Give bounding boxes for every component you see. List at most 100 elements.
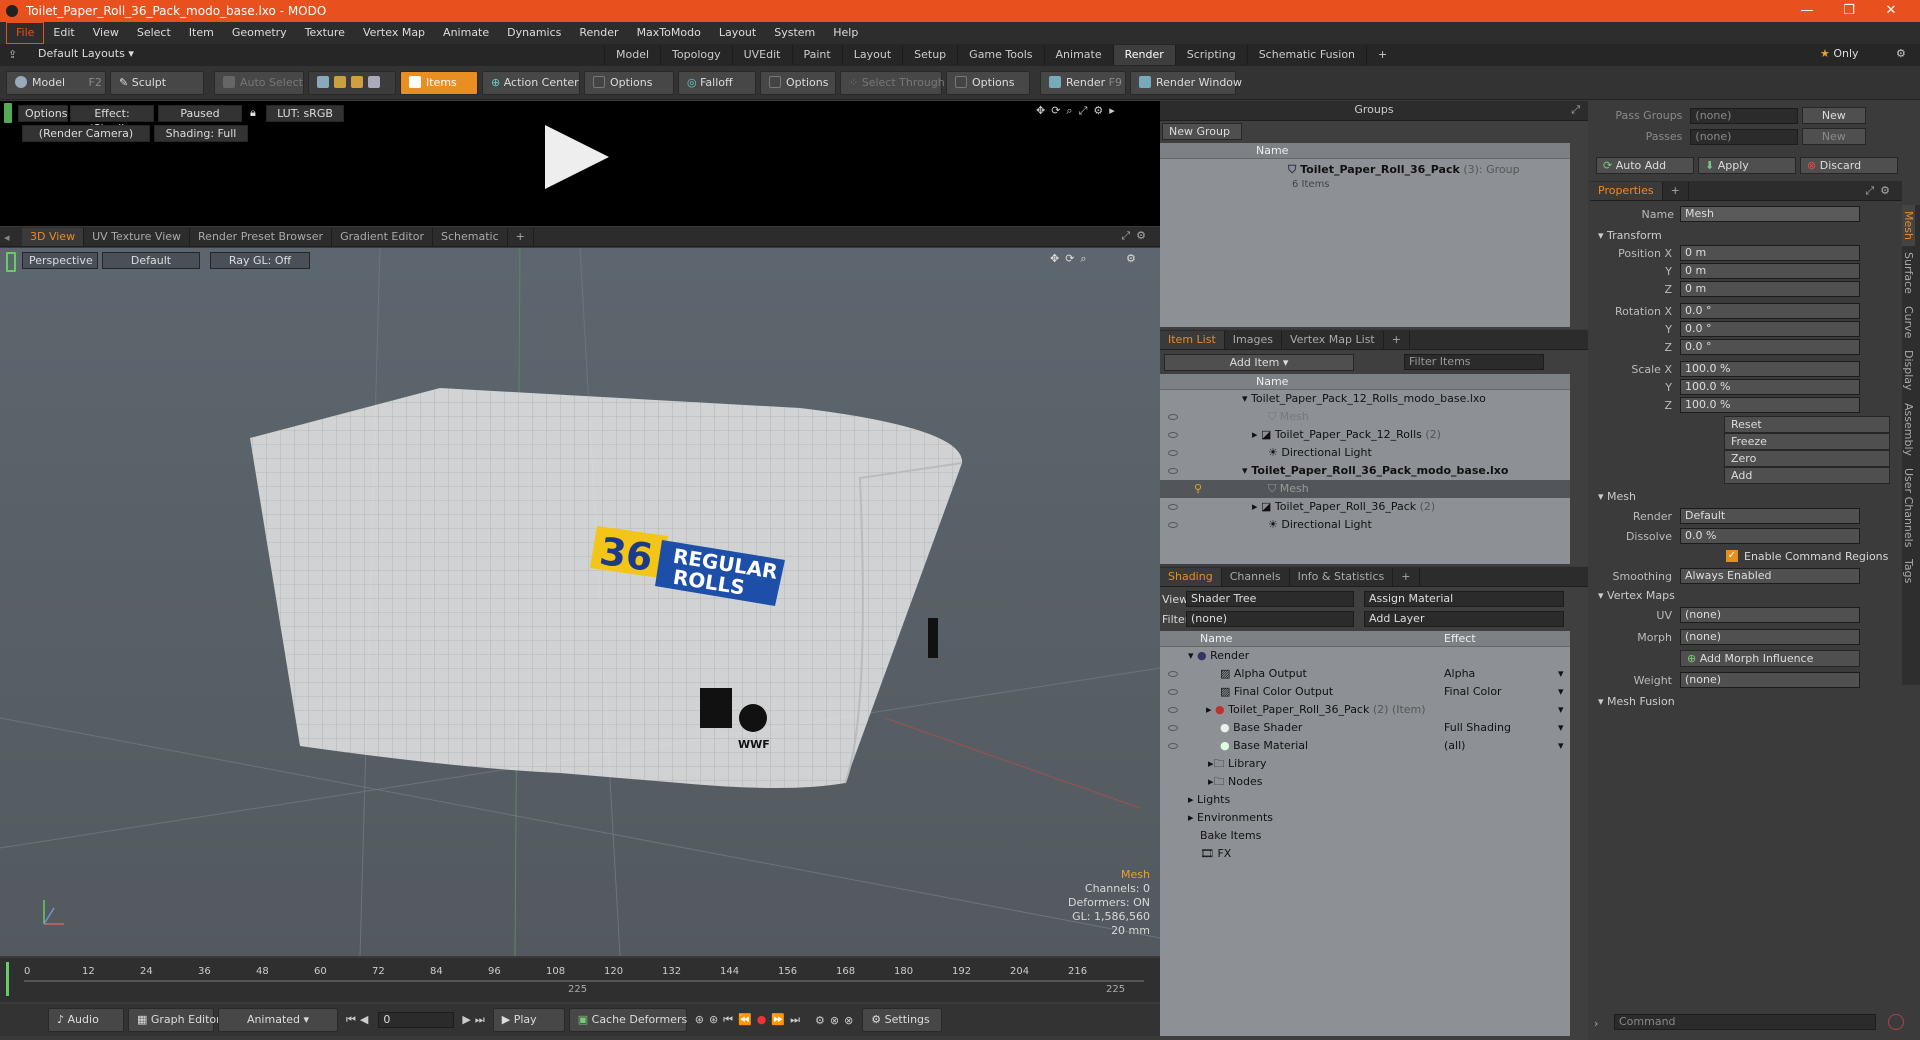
position-x-field[interactable]: 0 m: [1680, 245, 1860, 261]
chevron-down-icon[interactable]: ▾: [1558, 719, 1564, 737]
tab-schematic-fusion[interactable]: Schematic Fusion: [1246, 45, 1366, 65]
shader-row[interactable]: ● Base Material (all) ▾: [1160, 737, 1570, 755]
command-clear-icon[interactable]: [1888, 1014, 1904, 1030]
side-tab-surface[interactable]: Surface: [1902, 246, 1915, 300]
command-input[interactable]: Command: [1614, 1014, 1876, 1030]
settings-button[interactable]: ⚙ Settings: [862, 1008, 943, 1032]
action-center-button[interactable]: ⊕ Action Center: [482, 70, 580, 95]
add-shading-tab-icon[interactable]: +: [1393, 567, 1420, 586]
menu-render[interactable]: Render: [570, 23, 627, 43]
morph-dropdown[interactable]: (none): [1680, 629, 1860, 645]
side-tab-assembly[interactable]: Assembly: [1902, 397, 1915, 462]
selection-mode-group[interactable]: [308, 70, 396, 95]
auto-key-icons[interactable]: ⚙⊗⊗: [815, 1014, 858, 1027]
name-field[interactable]: Mesh: [1680, 206, 1860, 222]
close-icon[interactable]: ✕: [1872, 0, 1910, 22]
command-regions-toggle[interactable]: ✓ Enable Command Regions: [1590, 547, 1902, 565]
new-pass-button[interactable]: New: [1801, 128, 1867, 145]
vertex-mode-icon[interactable]: [317, 75, 329, 88]
frame-input[interactable]: 0: [378, 1012, 455, 1028]
eye-icon[interactable]: [1168, 743, 1178, 749]
preview-options-button[interactable]: Options: [18, 105, 68, 122]
chevron-down-icon[interactable]: ▾: [1558, 737, 1564, 755]
shader-effect[interactable]: Full Shading: [1444, 719, 1511, 737]
shader-row[interactable]: ▨ Alpha Output Alpha ▾: [1160, 665, 1570, 683]
tab-info-statistics[interactable]: Info & Statistics: [1290, 567, 1394, 586]
key-controls-icons[interactable]: ⊛⊛⏮⏪●⏩⏭: [695, 1013, 805, 1027]
3d-viewport[interactable]: 36 REGULAR ROLLS WWF Perspective Default…: [0, 248, 1160, 956]
falloff-button[interactable]: ◎ Falloff: [678, 70, 756, 95]
new-group-button[interactable]: New Group: [1162, 123, 1242, 140]
action-center-options-button[interactable]: Options: [584, 70, 674, 95]
select-through-button[interactable]: ⁘ Select Through: [840, 70, 945, 95]
tab-model[interactable]: Model: [604, 45, 660, 65]
side-tab-curve[interactable]: Curve: [1902, 300, 1915, 344]
shader-row[interactable]: ▸🗀︎ Nodes: [1160, 773, 1570, 791]
menu-view[interactable]: View: [84, 23, 128, 43]
smoothing-dropdown[interactable]: Always Enabled: [1680, 568, 1860, 584]
tab-properties[interactable]: Properties: [1590, 181, 1663, 200]
shader-row[interactable]: ▸ Environments: [1160, 809, 1570, 827]
minimize-icon[interactable]: —: [1788, 0, 1826, 22]
cache-deformers-button[interactable]: ▣ Cache Deformers: [568, 1008, 687, 1032]
filter-dropdown[interactable]: (none): [1186, 611, 1354, 627]
layout-pin-icon[interactable]: ⇪: [8, 48, 20, 61]
menu-system[interactable]: System: [765, 23, 824, 43]
shader-row[interactable]: ▸ ● Toilet_Paper_Roll_36_Pack (2) (Item)…: [1160, 701, 1570, 719]
render-window-button[interactable]: Render Window: [1130, 70, 1242, 95]
timeline-playhead[interactable]: [6, 962, 22, 996]
auto-select-button[interactable]: Auto Select: [214, 70, 304, 95]
menu-maxtomodo[interactable]: MaxToModo: [628, 23, 710, 43]
add-viewport-tab-icon[interactable]: +: [508, 227, 534, 246]
lock-icon[interactable]: 🔒︎: [250, 106, 256, 120]
item-row[interactable]: ☀ Directional Light: [1160, 444, 1570, 462]
shader-row[interactable]: ▨ Final Color Output Final Color ▾: [1160, 683, 1570, 701]
freeze-dropdown[interactable]: Freeze: [1724, 433, 1890, 450]
tab-topology[interactable]: Topology: [660, 45, 732, 65]
position-y-field[interactable]: 0 m: [1680, 263, 1860, 279]
shader-effect[interactable]: Alpha: [1444, 665, 1475, 683]
tab-channels[interactable]: Channels: [1222, 567, 1290, 586]
tab-paint[interactable]: Paint: [791, 45, 842, 65]
menu-vertex-map[interactable]: Vertex Map: [354, 23, 434, 43]
graph-editor-button[interactable]: ▦ Graph Editor: [128, 1008, 221, 1032]
scale-x-field[interactable]: 100.0 %: [1680, 361, 1860, 377]
tab-game-tools[interactable]: Game Tools: [957, 45, 1043, 65]
audio-button[interactable]: ♪ Audio: [48, 1008, 124, 1032]
add-layer-dropdown[interactable]: Add Layer: [1364, 611, 1564, 627]
tab-setup[interactable]: Setup: [902, 45, 957, 65]
timeline[interactable]: 0 12 24 36 48 60 72 84 96 108 120 132 144 156 168 180 19…: [0, 958, 1160, 1002]
reset-dropdown[interactable]: Reset: [1724, 416, 1890, 433]
step-back-icons[interactable]: ⏮◀: [346, 1013, 372, 1027]
tab-images[interactable]: Images: [1225, 330, 1282, 349]
assign-material-dropdown[interactable]: Assign Material: [1364, 591, 1564, 607]
menu-dynamics[interactable]: Dynamics: [498, 23, 570, 43]
rotation-y-field[interactable]: 0.0 °: [1680, 321, 1860, 337]
tab-animate[interactable]: Animate: [1043, 45, 1113, 65]
menu-texture[interactable]: Texture: [296, 23, 354, 43]
menu-select[interactable]: Select: [128, 23, 180, 43]
only-toggle[interactable]: ★ Only: [1820, 47, 1859, 60]
sculpt-button[interactable]: ✎ Sculpt: [110, 70, 204, 95]
lut-dropdown[interactable]: LUT: sRGB: [266, 105, 344, 122]
tab-render[interactable]: Render: [1112, 45, 1175, 65]
eye-icon[interactable]: [1168, 432, 1178, 438]
item-row-selected[interactable]: ⚲ ⛉ Mesh: [1160, 480, 1570, 498]
model-button[interactable]: Model F2: [6, 70, 106, 95]
item-row[interactable]: ☀ Directional Light: [1160, 516, 1570, 534]
eye-icon[interactable]: [1168, 504, 1178, 510]
apply-button[interactable]: ⬇ Apply: [1698, 157, 1796, 174]
render-dropdown[interactable]: Default: [1680, 508, 1860, 524]
eye-icon[interactable]: [1168, 725, 1178, 731]
eye-icon[interactable]: [1168, 671, 1178, 677]
add-tab-icon[interactable]: +: [1366, 45, 1398, 65]
shader-row[interactable]: ▸ Lights: [1160, 791, 1570, 809]
side-tab-tags[interactable]: Tags: [1902, 553, 1915, 589]
zero-dropdown[interactable]: Zero: [1724, 450, 1890, 467]
filter-items-input[interactable]: Filter Items: [1404, 354, 1544, 370]
viewport-settings-icon[interactable]: ⚙: [1126, 252, 1136, 265]
shader-effect[interactable]: Final Color: [1444, 683, 1502, 701]
chevron-down-icon[interactable]: ▾: [1558, 683, 1564, 701]
uv-dropdown[interactable]: (none): [1680, 607, 1860, 623]
shader-row[interactable]: ▾ ● Render: [1160, 647, 1570, 665]
